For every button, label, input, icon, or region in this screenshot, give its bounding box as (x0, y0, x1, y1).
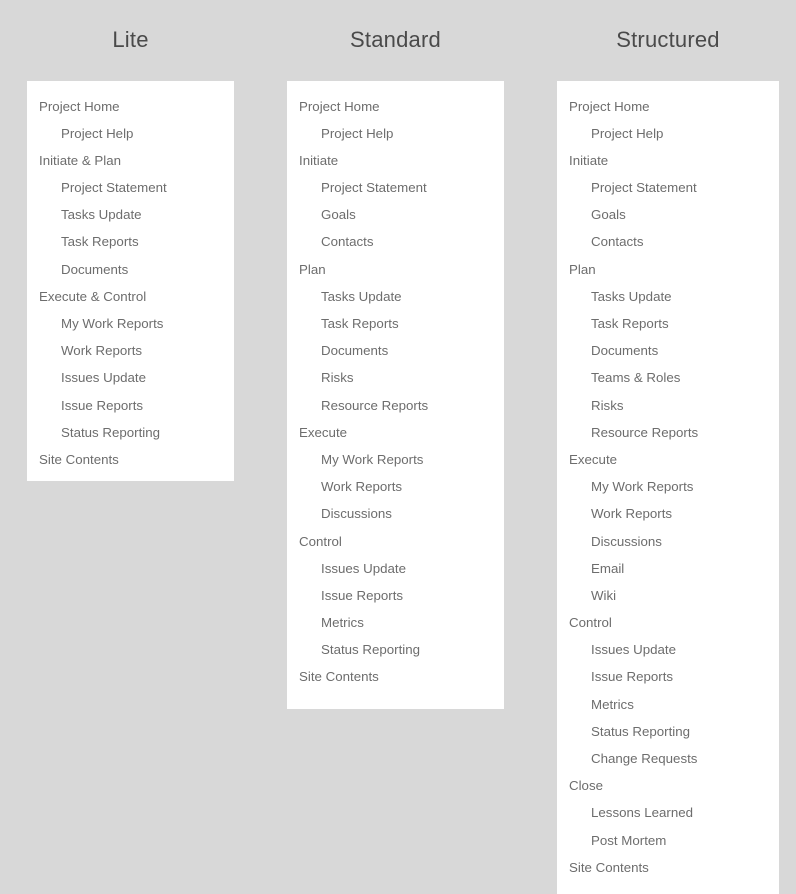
nav-panel-structured: Project Home Project Help Initiate Project … (557, 80, 779, 894)
column-title-standard: Standard (350, 27, 441, 53)
nav-item[interactable]: Site Contents (287, 663, 504, 690)
nav-item[interactable]: Contacts (287, 228, 504, 255)
nav-item[interactable]: Work Reports (27, 337, 234, 364)
column-title-structured: Structured (616, 27, 720, 53)
column-standard: Standard Project Home Project Help Initiat… (287, 0, 504, 709)
nav-item[interactable]: Metrics (557, 691, 779, 718)
nav-item[interactable]: Issues Update (557, 636, 779, 663)
nav-item[interactable]: Execute (557, 446, 779, 473)
nav-item[interactable]: Lessons Learned (557, 799, 779, 826)
nav-item[interactable]: Project Home (287, 93, 504, 120)
nav-item[interactable]: Risks (557, 392, 779, 419)
nav-list-structured: Project Home Project Help Initiate Project … (557, 93, 779, 881)
nav-item[interactable]: Wiki (557, 582, 779, 609)
nav-item[interactable]: Initiate (287, 147, 504, 174)
nav-item[interactable]: Site Contents (27, 446, 234, 473)
nav-item[interactable]: Metrics (287, 609, 504, 636)
nav-item[interactable]: My Work Reports (557, 473, 779, 500)
nav-item[interactable]: Status Reporting (27, 419, 234, 446)
nav-item[interactable]: Tasks Update (557, 283, 779, 310)
nav-list-standard: Project Home Project Help Initiate Project … (287, 93, 504, 691)
nav-item[interactable]: Work Reports (287, 473, 504, 500)
nav-item[interactable]: Issue Reports (27, 392, 234, 419)
nav-item[interactable]: Site Contents (557, 854, 779, 881)
nav-item[interactable]: Project Statement (27, 174, 234, 201)
nav-item[interactable]: Plan (287, 256, 504, 283)
nav-item[interactable]: Goals (557, 201, 779, 228)
column-lite: Lite Project Home Project Help Initiate & … (27, 0, 234, 481)
nav-item[interactable]: Tasks Update (287, 283, 504, 310)
nav-item[interactable]: Initiate & Plan (27, 147, 234, 174)
nav-item[interactable]: Plan (557, 256, 779, 283)
nav-item[interactable]: Project Help (27, 120, 234, 147)
nav-item[interactable]: Control (287, 528, 504, 555)
template-comparison-board: Lite Project Home Project Help Initiate & … (0, 0, 796, 894)
nav-item[interactable]: Risks (287, 364, 504, 391)
nav-item[interactable]: Initiate (557, 147, 779, 174)
nav-item[interactable]: Discussions (557, 528, 779, 555)
nav-item[interactable]: Work Reports (557, 500, 779, 527)
nav-item[interactable]: Resource Reports (287, 392, 504, 419)
nav-item[interactable]: Project Help (557, 120, 779, 147)
nav-item[interactable]: Teams & Roles (557, 364, 779, 391)
column-structured: Structured Project Home Project Help Initi… (557, 0, 779, 894)
nav-item[interactable]: Email (557, 555, 779, 582)
nav-item[interactable]: Discussions (287, 500, 504, 527)
nav-list-lite: Project Home Project Help Initiate & Plan P… (27, 93, 234, 474)
nav-item[interactable]: Issue Reports (287, 582, 504, 609)
nav-item[interactable]: Contacts (557, 228, 779, 255)
nav-item[interactable]: Goals (287, 201, 504, 228)
nav-item[interactable]: Close (557, 772, 779, 799)
nav-item[interactable]: Tasks Update (27, 201, 234, 228)
nav-panel-standard: Project Home Project Help Initiate Project … (287, 80, 504, 709)
nav-item[interactable]: Resource Reports (557, 419, 779, 446)
nav-item[interactable]: Task Reports (287, 310, 504, 337)
nav-item[interactable]: Change Requests (557, 745, 779, 772)
nav-item[interactable]: Task Reports (557, 310, 779, 337)
nav-item[interactable]: Post Mortem (557, 827, 779, 854)
nav-item[interactable]: Issues Update (287, 555, 504, 582)
nav-item[interactable]: Project Statement (287, 174, 504, 201)
nav-item[interactable]: Status Reporting (557, 718, 779, 745)
nav-item[interactable]: Issue Reports (557, 663, 779, 690)
nav-item[interactable]: Task Reports (27, 228, 234, 255)
nav-item[interactable]: Project Statement (557, 174, 779, 201)
nav-item[interactable]: Control (557, 609, 779, 636)
nav-item[interactable]: Execute & Control (27, 283, 234, 310)
nav-item[interactable]: Project Help (287, 120, 504, 147)
nav-item[interactable]: Documents (557, 337, 779, 364)
nav-item[interactable]: Project Home (27, 93, 234, 120)
nav-panel-lite: Project Home Project Help Initiate & Plan P… (27, 80, 234, 481)
nav-item[interactable]: Project Home (557, 93, 779, 120)
nav-item[interactable]: Documents (27, 256, 234, 283)
column-title-lite: Lite (112, 27, 149, 53)
nav-item[interactable]: Issues Update (27, 364, 234, 391)
nav-item[interactable]: Execute (287, 419, 504, 446)
nav-item[interactable]: Documents (287, 337, 504, 364)
nav-item[interactable]: My Work Reports (287, 446, 504, 473)
nav-item[interactable]: My Work Reports (27, 310, 234, 337)
nav-item[interactable]: Status Reporting (287, 636, 504, 663)
